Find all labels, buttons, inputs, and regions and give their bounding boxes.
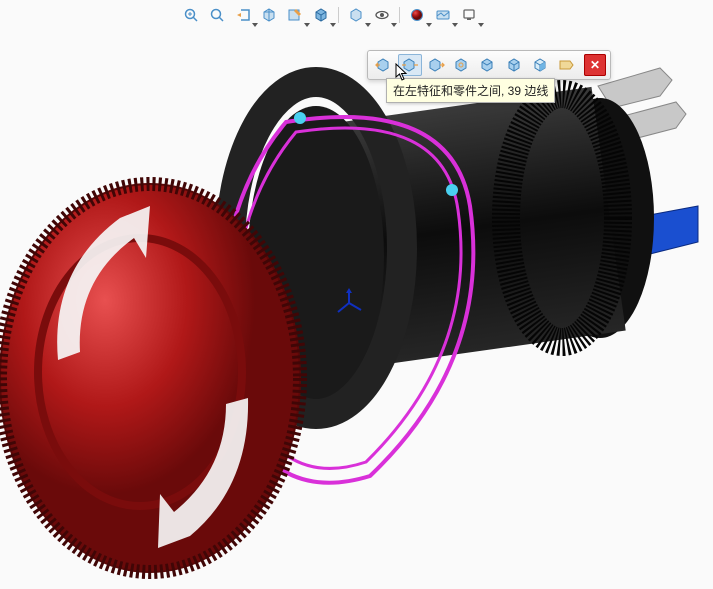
model-cap: [0, 184, 300, 572]
model-terminals: [598, 68, 698, 254]
section-view-icon[interactable]: [258, 4, 280, 26]
view-settings-icon[interactable]: [458, 4, 480, 26]
tooltip-text: 在左特征和零件之间, 39 边线: [393, 84, 548, 98]
cursor-icon: [395, 63, 409, 81]
model-bezel: [230, 82, 402, 414]
select-other-icon[interactable]: [554, 54, 578, 76]
origin-triad-icon: [334, 288, 364, 318]
close-toolbar-button[interactable]: ✕: [584, 54, 606, 76]
model-body: [248, 87, 654, 406]
select-inner-icon[interactable]: [450, 54, 474, 76]
select-left-icon[interactable]: [372, 54, 396, 76]
heads-up-toolbar: [180, 4, 480, 26]
edit-appearance-icon[interactable]: [406, 4, 428, 26]
select-face-icon[interactable]: [528, 54, 552, 76]
zoom-area-icon[interactable]: [206, 4, 228, 26]
display-style-icon[interactable]: [310, 4, 332, 26]
apply-scene-icon[interactable]: [432, 4, 454, 26]
view-orient-icon[interactable]: [371, 4, 393, 26]
dynamic-annotation-icon[interactable]: [284, 4, 306, 26]
hide-show-icon[interactable]: [345, 4, 367, 26]
select-right-icon[interactable]: [424, 54, 448, 76]
zoom-to-fit-icon[interactable]: [180, 4, 202, 26]
select-loop-icon[interactable]: [502, 54, 526, 76]
selection-tooltip: 在左特征和零件之间, 39 边线: [386, 78, 555, 103]
select-tangent-icon[interactable]: [476, 54, 500, 76]
previous-view-icon[interactable]: [232, 4, 254, 26]
close-label: ✕: [590, 58, 600, 72]
